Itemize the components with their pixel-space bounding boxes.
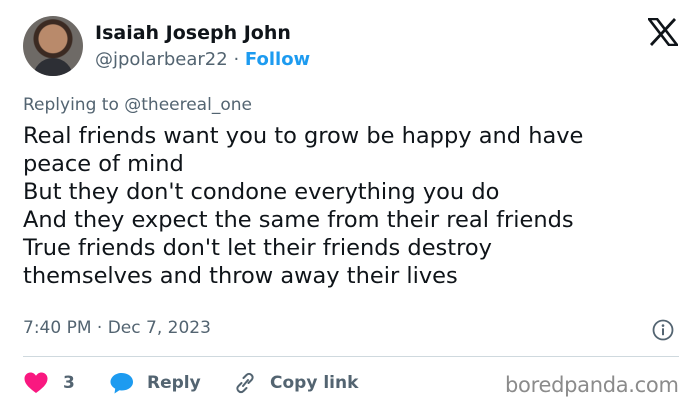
tweet-text: Real friends want you to grow be happy a…	[23, 122, 683, 290]
tweet-line: True friends don't let their friends des…	[23, 235, 492, 261]
tweet-line: But they don't condone everything you do	[23, 179, 500, 205]
tweet-line: peace of mind	[23, 151, 184, 177]
author-handle-line: @jpolarbear22 · Follow	[95, 49, 310, 70]
tweet-line: themselves and throw away their lives	[23, 263, 458, 289]
tweet-date: Dec 7, 2023	[107, 318, 211, 338]
timestamp-separator: ·	[96, 318, 103, 338]
separator-dot: ·	[233, 49, 240, 70]
x-logo-icon[interactable]	[648, 18, 678, 46]
author-handle[interactable]: @jpolarbear22	[95, 49, 228, 70]
follow-button[interactable]: Follow	[245, 49, 310, 70]
reply-bubble-icon	[110, 373, 133, 394]
divider	[23, 356, 679, 357]
copy-link-button[interactable]: Copy link	[232, 368, 358, 398]
avatar-shirt	[33, 58, 73, 76]
replying-mention[interactable]: @theereal_one	[124, 95, 252, 115]
tweet-line: Real friends want you to grow be happy a…	[23, 123, 584, 149]
heart-icon	[24, 372, 48, 393]
replying-to: Replying to @theereal_one	[23, 95, 252, 115]
reply-label: Reply	[147, 373, 201, 393]
copy-link-label: Copy link	[270, 373, 359, 393]
link-icon	[236, 372, 254, 394]
info-icon[interactable]	[652, 319, 674, 341]
timestamp[interactable]: 7:40 PM · Dec 7, 2023	[23, 318, 211, 338]
like-button[interactable]: 3	[23, 368, 75, 398]
replying-prefix: Replying to	[23, 95, 119, 115]
watermark: boredpanda.com	[505, 373, 679, 397]
tweet-time: 7:40 PM	[23, 318, 92, 338]
avatar[interactable]	[23, 16, 83, 76]
reply-button[interactable]: Reply	[109, 368, 201, 398]
author-name[interactable]: Isaiah Joseph John	[95, 22, 291, 44]
tweet-line: And they expect the same from their real…	[23, 207, 574, 233]
like-count: 3	[63, 373, 75, 393]
